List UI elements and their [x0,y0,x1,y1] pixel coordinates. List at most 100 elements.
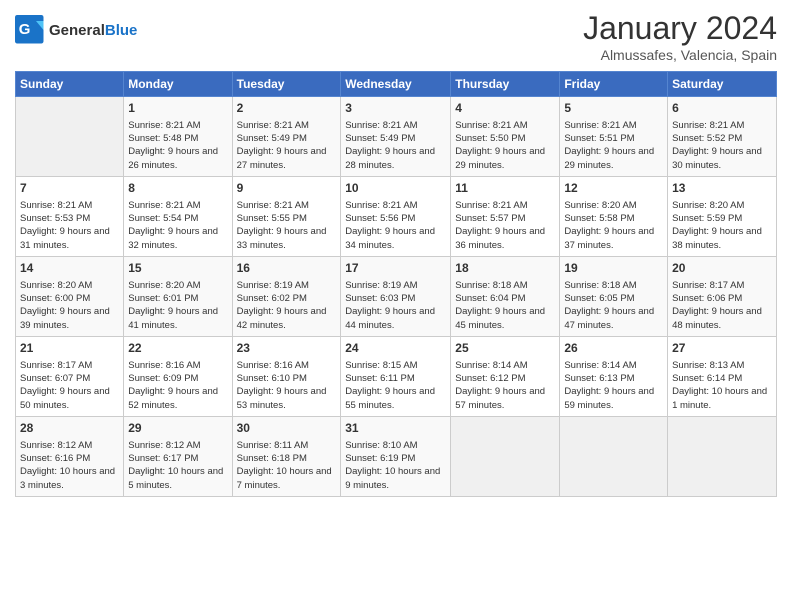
calendar-cell: 3 Sunrise: 8:21 AMSunset: 5:49 PMDaylight… [341,97,451,177]
calendar-cell: 18Sunrise: 8:18 AMSunset: 6:04 PMDayligh… [451,257,560,337]
calendar-cell: 23 Sunrise: 8:16 AMSunset: 6:10 PMDayligh… [232,337,341,417]
day-number: 3 [345,100,446,117]
calendar-cell: 2 Sunrise: 8:21 AMSunset: 5:49 PMDaylight… [232,97,341,177]
location-subtitle: Almussafes, Valencia, Spain [583,47,777,63]
day-info: Sunrise: 8:13 AMSunset: 6:14 PMDaylight:… [672,359,772,412]
day-info: Sunrise: 8:19 AMSunset: 6:02 PMDaylight:… [237,279,337,332]
calendar-cell: 12 Sunrise: 8:20 AMSunset: 5:58 PMDayligh… [560,177,668,257]
calendar-cell: 14Sunrise: 8:20 AMSunset: 6:00 PMDayligh… [16,257,124,337]
day-number: 31 [345,420,446,437]
day-info: Sunrise: 8:21 AMSunset: 5:53 PMDaylight:… [20,199,119,252]
day-number: 14 [20,260,119,277]
header-thursday: Thursday [451,72,560,97]
calendar-cell: 27 Sunrise: 8:13 AMSunset: 6:14 PMDayligh… [668,337,777,417]
header-friday: Friday [560,72,668,97]
day-info: Sunrise: 8:11 AMSunset: 6:18 PMDaylight:… [237,439,337,492]
day-number: 26 [564,340,663,357]
header-tuesday: Tuesday [232,72,341,97]
header-wednesday: Wednesday [341,72,451,97]
day-info: Sunrise: 8:16 AMSunset: 6:10 PMDaylight:… [237,359,337,412]
calendar-week-row: 7 Sunrise: 8:21 AMSunset: 5:53 PMDaylight… [16,177,777,257]
day-number: 5 [564,100,663,117]
day-number: 8 [128,180,227,197]
calendar-cell: 25 Sunrise: 8:14 AMSunset: 6:12 PMDayligh… [451,337,560,417]
day-number: 20 [672,260,772,277]
calendar-week-row: 14Sunrise: 8:20 AMSunset: 6:00 PMDayligh… [16,257,777,337]
calendar-cell: 13 Sunrise: 8:20 AMSunset: 5:59 PMDayligh… [668,177,777,257]
calendar-cell: 17Sunrise: 8:19 AMSunset: 6:03 PMDayligh… [341,257,451,337]
calendar-cell: 19 Sunrise: 8:18 AMSunset: 6:05 PMDayligh… [560,257,668,337]
day-info: Sunrise: 8:14 AMSunset: 6:13 PMDaylight:… [564,359,663,412]
day-number: 27 [672,340,772,357]
logo-icon: G [15,15,45,45]
calendar-cell: 26 Sunrise: 8:14 AMSunset: 6:13 PMDayligh… [560,337,668,417]
calendar-cell: 9Sunrise: 8:21 AMSunset: 5:55 PMDaylight… [232,177,341,257]
day-number: 15 [128,260,227,277]
header-saturday: Saturday [668,72,777,97]
calendar-cell: 31 Sunrise: 8:10 AMSunset: 6:19 PMDayligh… [341,417,451,497]
day-number: 30 [237,420,337,437]
day-info: Sunrise: 8:21 AMSunset: 5:55 PMDaylight:… [237,199,337,252]
calendar-cell: 15 Sunrise: 8:20 AMSunset: 6:01 PMDayligh… [124,257,232,337]
calendar-cell: 6 Sunrise: 8:21 AMSunset: 5:52 PMDaylight… [668,97,777,177]
day-number: 7 [20,180,119,197]
day-info: Sunrise: 8:21 AMSunset: 5:50 PMDaylight:… [455,119,555,172]
day-info: Sunrise: 8:21 AMSunset: 5:49 PMDaylight:… [237,119,337,172]
day-info: Sunrise: 8:21 AMSunset: 5:48 PMDaylight:… [128,119,227,172]
day-info: Sunrise: 8:12 AMSunset: 6:16 PMDaylight:… [20,439,119,492]
day-number: 25 [455,340,555,357]
day-info: Sunrise: 8:12 AMSunset: 6:17 PMDaylight:… [128,439,227,492]
day-number: 2 [237,100,337,117]
day-number: 6 [672,100,772,117]
logo: G GeneralBlue [15,15,137,45]
day-number: 12 [564,180,663,197]
svg-text:G: G [19,21,31,38]
calendar-table: Sunday Monday Tuesday Wednesday Thursday… [15,71,777,497]
day-info: Sunrise: 8:14 AMSunset: 6:12 PMDaylight:… [455,359,555,412]
calendar-cell: 10Sunrise: 8:21 AMSunset: 5:56 PMDayligh… [341,177,451,257]
calendar-week-row: 28 Sunrise: 8:12 AMSunset: 6:16 PMDayligh… [16,417,777,497]
day-number: 10 [345,180,446,197]
day-info: Sunrise: 8:21 AMSunset: 5:51 PMDaylight:… [564,119,663,172]
day-info: Sunrise: 8:21 AMSunset: 5:54 PMDaylight:… [128,199,227,252]
calendar-header-row: Sunday Monday Tuesday Wednesday Thursday… [16,72,777,97]
day-info: Sunrise: 8:20 AMSunset: 5:59 PMDaylight:… [672,199,772,252]
calendar-cell [16,97,124,177]
day-info: Sunrise: 8:20 AMSunset: 6:01 PMDaylight:… [128,279,227,332]
day-number: 23 [237,340,337,357]
day-number: 18 [455,260,555,277]
calendar-cell: 30 Sunrise: 8:11 AMSunset: 6:18 PMDayligh… [232,417,341,497]
calendar-cell: 1Sunrise: 8:21 AMSunset: 5:48 PMDaylight… [124,97,232,177]
header-monday: Monday [124,72,232,97]
calendar-cell [451,417,560,497]
day-info: Sunrise: 8:17 AMSunset: 6:07 PMDaylight:… [20,359,119,412]
calendar-cell: 5 Sunrise: 8:21 AMSunset: 5:51 PMDaylight… [560,97,668,177]
calendar-cell [668,417,777,497]
calendar-cell: 29Sunrise: 8:12 AMSunset: 6:17 PMDayligh… [124,417,232,497]
calendar-cell: 7 Sunrise: 8:21 AMSunset: 5:53 PMDaylight… [16,177,124,257]
day-number: 13 [672,180,772,197]
day-info: Sunrise: 8:10 AMSunset: 6:19 PMDaylight:… [345,439,446,492]
day-info: Sunrise: 8:15 AMSunset: 6:11 PMDaylight:… [345,359,446,412]
calendar-cell: 11 Sunrise: 8:21 AMSunset: 5:57 PMDayligh… [451,177,560,257]
day-number: 21 [20,340,119,357]
day-info: Sunrise: 8:16 AMSunset: 6:09 PMDaylight:… [128,359,227,412]
calendar-cell: 24Sunrise: 8:15 AMSunset: 6:11 PMDayligh… [341,337,451,417]
month-title: January 2024 [583,10,777,47]
calendar-week-row: 1Sunrise: 8:21 AMSunset: 5:48 PMDaylight… [16,97,777,177]
calendar-container: G GeneralBlue January 2024 Almussafes, V… [0,0,792,507]
calendar-week-row: 21 Sunrise: 8:17 AMSunset: 6:07 PMDayligh… [16,337,777,417]
day-number: 11 [455,180,555,197]
calendar-cell: 4Sunrise: 8:21 AMSunset: 5:50 PMDaylight… [451,97,560,177]
day-number: 22 [128,340,227,357]
day-number: 28 [20,420,119,437]
day-info: Sunrise: 8:18 AMSunset: 6:05 PMDaylight:… [564,279,663,332]
title-block: January 2024 Almussafes, Valencia, Spain [583,10,777,63]
day-number: 19 [564,260,663,277]
calendar-cell: 21 Sunrise: 8:17 AMSunset: 6:07 PMDayligh… [16,337,124,417]
day-info: Sunrise: 8:21 AMSunset: 5:57 PMDaylight:… [455,199,555,252]
header-sunday: Sunday [16,72,124,97]
day-info: Sunrise: 8:21 AMSunset: 5:52 PMDaylight:… [672,119,772,172]
day-info: Sunrise: 8:20 AMSunset: 5:58 PMDaylight:… [564,199,663,252]
day-info: Sunrise: 8:21 AMSunset: 5:49 PMDaylight:… [345,119,446,172]
